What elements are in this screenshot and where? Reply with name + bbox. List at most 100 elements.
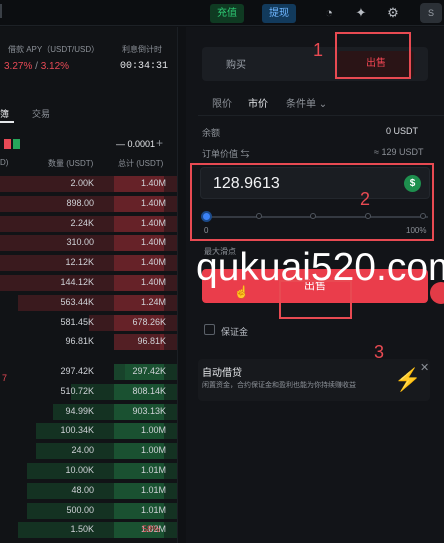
withdraw-button[interactable]: 提现 xyxy=(262,4,296,23)
ask-row[interactable]: 144.12K 1.40M xyxy=(0,274,177,292)
bids-view-icon[interactable] xyxy=(13,139,20,149)
book-view-toggle[interactable] xyxy=(4,139,22,149)
sparkle-icon[interactable]: ✦ xyxy=(352,4,370,22)
auto-lend-description: 闲置资金，合约保证金和盈利也能为你持续赚收益 xyxy=(202,382,356,389)
bid-qty: 500.00 xyxy=(66,504,94,515)
bid-qty: 10.00K xyxy=(65,465,94,475)
annotation-number-1: 1 xyxy=(313,40,324,60)
ask-qty: 581.45K xyxy=(60,316,94,327)
ask-row[interactable]: 2.24K 1.40M xyxy=(0,215,177,233)
bid-row[interactable]: 297.42K 297.42K xyxy=(0,363,177,381)
ask-row[interactable]: 898.00 1.40M xyxy=(0,195,177,213)
precision-label: 0.0001 xyxy=(127,139,156,149)
bid-qty: 510.72K xyxy=(60,385,94,396)
deposit-button[interactable]: 充值 xyxy=(210,4,244,23)
buy-tab[interactable]: 购买 xyxy=(226,56,246,71)
ask-qty: 563.44K xyxy=(60,296,94,307)
bid-qty: 1.50K xyxy=(70,524,94,535)
ask-total: 1.24M xyxy=(140,296,166,307)
ask-total: 678.26K xyxy=(132,316,166,327)
apy-values: 3.27% / 3.12% xyxy=(4,61,69,72)
ask-qty: 96.81K xyxy=(65,336,94,347)
bid-row[interactable]: 100.34K 1.00M xyxy=(0,422,177,440)
lightning-icon: ⚡ xyxy=(394,367,422,392)
countdown-value: 00:34:31 xyxy=(120,61,169,72)
close-icon[interactable]: ✕ xyxy=(420,361,429,374)
chart-icon[interactable]: ◔ xyxy=(320,4,338,22)
tab-limit[interactable]: 限价 xyxy=(212,95,232,110)
auto-lend-title: 自动借贷 xyxy=(202,368,242,379)
col-qty-header: 数量 (USDT) xyxy=(48,159,94,168)
bid-qty: 48.00 xyxy=(71,484,94,495)
tab-trades[interactable]: 交易 xyxy=(32,107,50,120)
bid-row[interactable]: 500.00 1.01M xyxy=(0,502,177,520)
ask-total: 1.40M xyxy=(140,197,166,208)
ask-qty: 2.00K xyxy=(70,178,94,188)
bid-total: 903.13K xyxy=(132,405,166,416)
bid-total: 1.01M xyxy=(140,484,166,495)
ask-row[interactable]: 2.00K 1.40M xyxy=(0,175,177,193)
bid-total: 1.01M xyxy=(140,465,166,475)
ask-total: 1.40M xyxy=(140,257,166,268)
apy-sep: / xyxy=(35,61,38,72)
top-bar: 充值 提现 ◔ ✦ ⚙ S xyxy=(0,0,444,26)
divider xyxy=(198,115,444,116)
col-total-header: 总计 (USDT) xyxy=(118,159,164,168)
annotation-box-1 xyxy=(335,32,411,79)
bid-total: 808.14K xyxy=(132,385,166,396)
bid-row[interactable]: 24.00 1.00M xyxy=(0,442,177,460)
minus-icon[interactable]: — xyxy=(116,139,128,149)
ask-qty: 2.24K xyxy=(70,217,94,228)
tab-market[interactable]: 市价 xyxy=(248,95,268,110)
ask-row[interactable]: 581.45K 678.26K xyxy=(0,314,177,332)
bid-qty: 297.42K xyxy=(60,366,94,376)
ask-row[interactable]: 96.81K 96.81K xyxy=(0,333,177,351)
bid-row[interactable]: 94.99K 903.13K xyxy=(0,403,177,421)
tab-underline xyxy=(0,121,14,123)
avatar[interactable]: S xyxy=(420,3,442,23)
watermark: qukuai520.com xyxy=(196,246,444,289)
ask-qty: 12.12K xyxy=(65,257,94,268)
tab-order-book[interactable]: 簿 xyxy=(0,107,9,120)
chevron-down-icon: ⌄ xyxy=(318,99,328,110)
asks-view-icon[interactable] xyxy=(4,139,11,149)
apy-b: 3.12% xyxy=(40,61,70,72)
plus-icon[interactable]: + xyxy=(156,136,163,150)
margin-label: 保证金 xyxy=(221,327,249,337)
balance-label: 余额 xyxy=(202,128,221,138)
ask-total: 1.40M xyxy=(140,217,166,228)
bid-row[interactable]: 48.00 1.01M xyxy=(0,482,177,500)
ask-row[interactable]: 12.12K 1.40M xyxy=(0,254,177,272)
margin-checkbox[interactable] xyxy=(204,324,215,335)
ask-qty: 310.00 xyxy=(66,237,94,248)
ask-qty: 144.12K xyxy=(60,277,94,287)
apy-label: 借款 APY（USDT/USD） xyxy=(8,45,100,54)
order-book-panel: 借款 APY（USDT/USD） 3.27% / 3.12% 利息倒计时 00:… xyxy=(0,27,178,543)
ask-row[interactable]: 563.44K 1.24M xyxy=(0,294,177,312)
order-value-label[interactable]: 订单价值 ⇆ xyxy=(202,147,250,160)
bid-total: 1.00M xyxy=(140,425,166,436)
order-value: ≈ 129 USDT xyxy=(374,147,424,157)
apy-a: 3.27% xyxy=(4,61,33,72)
precision-value[interactable]: — 0.0001 xyxy=(116,139,155,149)
ask-total: 1.40M xyxy=(140,237,166,248)
bid-row[interactable]: 10.00K 1.01M xyxy=(0,462,177,480)
bid-row[interactable]: 510.72K 808.14K xyxy=(0,383,177,401)
ask-total: 1.40M xyxy=(140,178,166,188)
ask-total: 96.81K xyxy=(137,336,166,347)
annotation-number-2: 2 xyxy=(360,189,371,209)
ask-row[interactable]: 310.00 1.40M xyxy=(0,234,177,252)
tab-conditional-label: 条件单 xyxy=(286,99,316,110)
gear-icon[interactable]: ⚙ xyxy=(384,4,402,22)
bid-qty: 100.34K xyxy=(60,425,94,436)
annotation-number-3: 3 xyxy=(374,342,385,362)
bid-qty: 94.99K xyxy=(65,405,94,416)
ask-qty: 898.00 xyxy=(66,197,94,208)
ask-total: 1.40M xyxy=(140,277,166,287)
tab-conditional[interactable]: 条件单 ⌄ xyxy=(286,95,327,110)
annotation-box-2 xyxy=(190,163,434,241)
bid-qty: 24.00 xyxy=(71,445,94,456)
balance-value: 0 USDT xyxy=(386,126,419,136)
bid-total: 297.42K xyxy=(132,366,166,376)
col-price-header: D) xyxy=(0,158,9,167)
